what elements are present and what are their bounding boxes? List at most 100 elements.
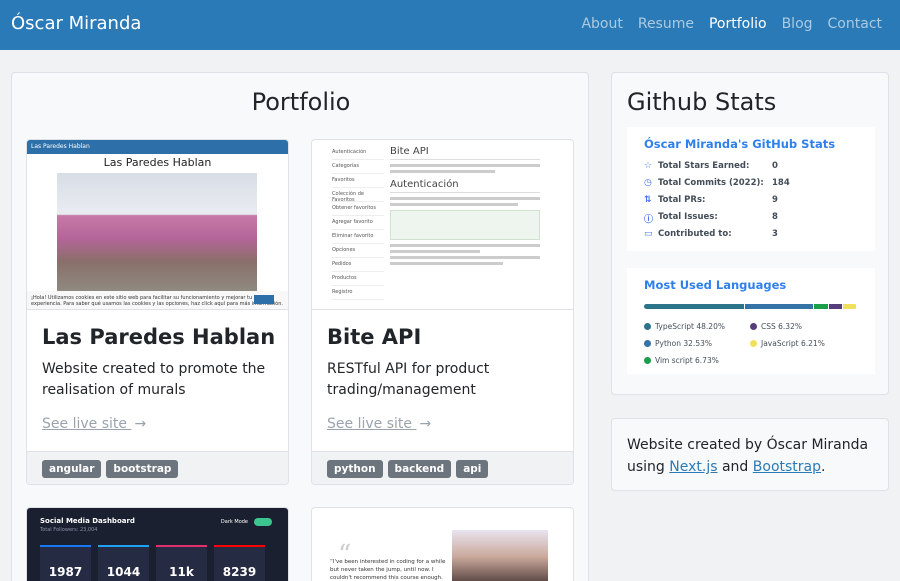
nav-contact[interactable]: Contact bbox=[828, 16, 882, 32]
stat-label: Contributed to: bbox=[658, 229, 732, 239]
preview-sidebar-item: Autenticación bbox=[332, 146, 384, 160]
project-description: Website created to promote the realisati… bbox=[42, 361, 266, 398]
preview-sidebar-item: Agregar favorito bbox=[332, 216, 384, 230]
language-percent: 6.32% bbox=[778, 322, 802, 331]
preview-sidebar-item: Categorías bbox=[332, 160, 384, 174]
navbar: Óscar Miranda About Resume Portfolio Blo… bbox=[0, 0, 900, 50]
preview-sidebar: Autenticación Categorías Favoritos Colec… bbox=[332, 146, 384, 309]
tag-badge: angular bbox=[42, 460, 102, 478]
stat-row: ⓘ Total Issues: 8 bbox=[644, 212, 778, 225]
language-color-dot bbox=[644, 323, 651, 330]
project-preview-image[interactable]: Las Paredes Hablan Las Paredes Hablan ¡H… bbox=[27, 140, 288, 310]
preview-sidebar-item: Favoritos bbox=[332, 174, 384, 188]
language-legend-item: JavaScript 6.21% bbox=[750, 339, 825, 348]
language-bar-segment bbox=[644, 304, 745, 309]
bootstrap-link[interactable]: Bootstrap bbox=[753, 459, 821, 475]
preview-dark-mode-label: Dark Mode bbox=[220, 519, 248, 525]
nav-blog[interactable]: Blog bbox=[782, 16, 813, 32]
preview-sidebar-item: Opciones bbox=[332, 244, 384, 258]
preview-sidebar-item: Pedidos bbox=[332, 258, 384, 272]
language-color-dot bbox=[644, 357, 651, 364]
tag-badge: bootstrap bbox=[106, 460, 179, 478]
language-color-dot bbox=[750, 323, 757, 330]
project-title: Las Paredes Hablan bbox=[42, 325, 276, 349]
stat-value: 184 bbox=[772, 178, 790, 188]
project-card-las-paredes: Las Paredes Hablan Las Paredes Hablan ¡H… bbox=[26, 139, 289, 485]
history-icon: ◷ bbox=[644, 178, 652, 188]
stat-row: ◷ Total Commits (2022): 184 bbox=[644, 178, 790, 188]
preview-sidebar-item: Registro bbox=[332, 286, 384, 300]
credit-text: Website created by Óscar Miranda using N… bbox=[627, 437, 869, 475]
project-preview-image[interactable]: Autenticación Categorías Favoritos Colec… bbox=[312, 140, 573, 310]
language-name: Vim script bbox=[655, 356, 693, 365]
stat-value: 3 bbox=[772, 229, 778, 239]
language-bar-segment bbox=[828, 304, 843, 309]
project-card-bite-api: Autenticación Categorías Favoritos Colec… bbox=[311, 139, 574, 485]
language-percent: 32.53% bbox=[683, 339, 712, 348]
preview-dark-mode-toggle bbox=[254, 518, 272, 526]
preview-cookie-text: ¡Hola! Utilizamos cookies en este sitio … bbox=[27, 291, 288, 309]
brand-link[interactable]: Óscar Miranda bbox=[11, 13, 141, 34]
stat-label: Total Stars Earned: bbox=[658, 161, 750, 171]
language-bar-segment bbox=[813, 304, 828, 309]
language-percent: 6.73% bbox=[695, 356, 719, 365]
language-color-dot bbox=[750, 340, 757, 347]
project-card-social-dashboard: Social Media Dashboard Total Followers: … bbox=[26, 507, 289, 581]
language-bar-segment bbox=[745, 304, 813, 309]
preview-accept-button bbox=[254, 295, 274, 304]
nav-resume[interactable]: Resume bbox=[638, 16, 694, 32]
nextjs-link[interactable]: Next.js bbox=[669, 459, 717, 475]
arrow-right-icon: → bbox=[419, 416, 432, 432]
project-preview-image[interactable]: Social Media Dashboard Total Followers: … bbox=[27, 508, 288, 581]
language-bar-segment bbox=[843, 304, 856, 309]
project-title: Bite API bbox=[327, 325, 422, 349]
tag-badge: api bbox=[456, 460, 489, 478]
live-site-link[interactable]: See live site → bbox=[42, 416, 146, 432]
preview-heading: Bite API bbox=[390, 146, 540, 160]
stats-card-title: Óscar Miranda's GitHub Stats bbox=[644, 137, 836, 151]
project-description: RESTful API for product trading/manageme… bbox=[327, 361, 490, 398]
nav-about[interactable]: About bbox=[581, 16, 622, 32]
github-stats-panel: Github Stats Óscar Miranda's GitHub Stat… bbox=[611, 72, 889, 395]
preview-heading: Las Paredes Hablan bbox=[103, 156, 212, 169]
language-legend-item: CSS 6.32% bbox=[750, 322, 802, 331]
live-site-link[interactable]: See live site → bbox=[327, 416, 431, 432]
stat-row: ▭ Contributed to: 3 bbox=[644, 229, 778, 239]
credit-panel: Website created by Óscar Miranda using N… bbox=[611, 418, 889, 491]
preview-content: Bite API Autenticación bbox=[390, 146, 540, 309]
arrow-right-icon: → bbox=[134, 416, 147, 432]
stat-row: ☆ Total Stars Earned: 0 bbox=[644, 161, 778, 171]
issue-icon: ⓘ bbox=[644, 215, 654, 225]
tag-badge: backend bbox=[387, 460, 452, 478]
stat-value: 0 bbox=[772, 161, 778, 171]
star-icon: ☆ bbox=[644, 161, 653, 171]
language-percent: 48.20% bbox=[696, 322, 725, 331]
live-site-label: See live site bbox=[42, 416, 127, 432]
stat-label: Total Commits (2022): bbox=[658, 178, 764, 188]
github-stats-card: Óscar Miranda's GitHub Stats ☆ Total Sta… bbox=[627, 127, 875, 251]
language-percent: 6.21% bbox=[801, 339, 825, 348]
language-name: CSS bbox=[761, 322, 776, 331]
languages-progress-bar bbox=[644, 304, 857, 309]
stat-value: 9 bbox=[772, 195, 778, 205]
stat-row: ⇅ Total PRs: 9 bbox=[644, 195, 778, 205]
project-preview-image[interactable]: “ “I've been interested in coding for a … bbox=[312, 508, 573, 581]
preview-endpoint-box bbox=[390, 210, 540, 240]
preview-heading: Social Media Dashboard bbox=[40, 517, 135, 525]
portfolio-title: Portfolio bbox=[251, 88, 351, 116]
language-name: Python bbox=[655, 339, 681, 348]
languages-card-title: Most Used Languages bbox=[644, 278, 787, 292]
preview-mural-photo bbox=[57, 173, 257, 291]
pull-request-icon: ⇅ bbox=[644, 195, 652, 205]
project-tags: angular bootstrap bbox=[27, 451, 288, 484]
repo-icon: ▭ bbox=[644, 229, 653, 239]
nav-portfolio[interactable]: Portfolio bbox=[709, 16, 767, 32]
preview-navbar: Las Paredes Hablan bbox=[27, 140, 288, 154]
preview-sidebar-item: Obtener favoritos bbox=[332, 202, 384, 216]
language-legend-item: Vim script 6.73% bbox=[644, 356, 719, 365]
language-color-dot bbox=[644, 340, 651, 347]
preview-portrait-photo bbox=[452, 530, 548, 581]
project-tags: python backend api bbox=[312, 451, 573, 484]
nav-links: About Resume Portfolio Blog Contact bbox=[566, 16, 882, 32]
preview-sidebar-item: Colección de Favoritos bbox=[332, 188, 384, 203]
